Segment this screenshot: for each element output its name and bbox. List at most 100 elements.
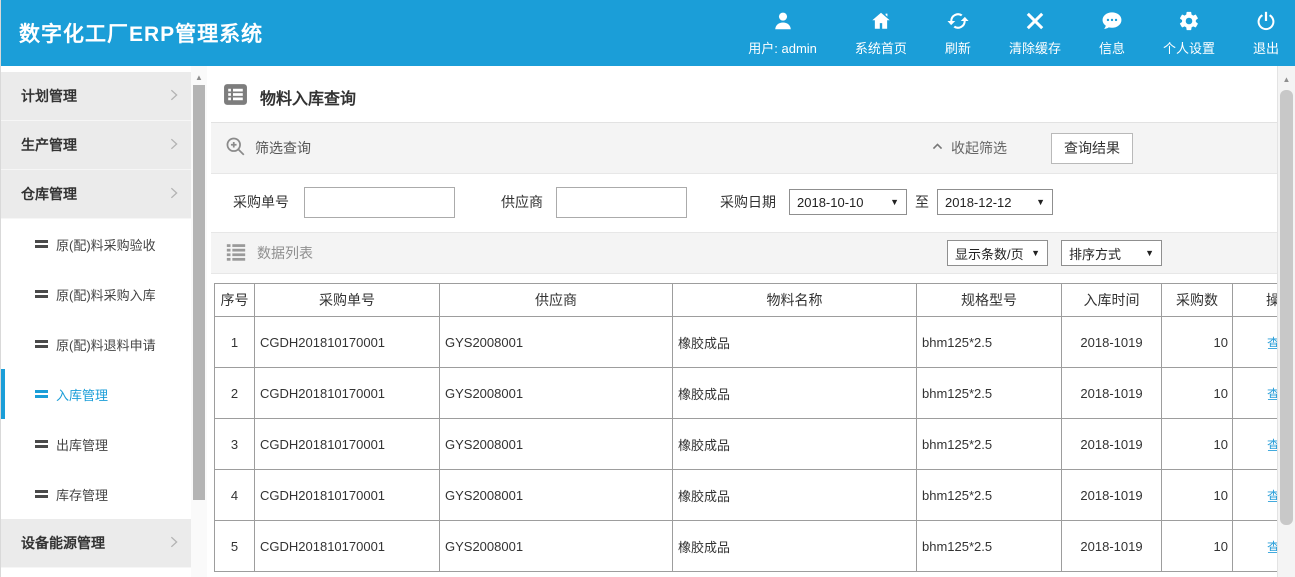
- sidebar-item-label: 生产管理: [21, 135, 77, 155]
- sidebar-item-label: 库存管理: [56, 485, 108, 504]
- nav-logout[interactable]: 退出: [1253, 10, 1279, 57]
- cell-spec-model: bhm125*2.5: [917, 470, 1062, 521]
- clear-cache-icon: [1024, 10, 1046, 35]
- sidebar-item-warehouse-mgmt[interactable]: 仓库管理: [1, 170, 191, 219]
- cell-material-name: 橡胶成品: [673, 470, 917, 521]
- power-icon: [1255, 10, 1277, 35]
- cell-supplier: GYS2008001: [440, 368, 673, 419]
- table-row: 1 CGDH201810170001 GYS2008001 橡胶成品 bhm12…: [215, 317, 1295, 368]
- nav-refresh-label: 刷新: [945, 38, 971, 57]
- main-scrollbar-thumb[interactable]: [1280, 90, 1293, 525]
- cell-material-name: 橡胶成品: [673, 317, 917, 368]
- filter-actions: 收起筛选 查询结果: [931, 133, 1277, 164]
- query-results-button[interactable]: 查询结果: [1051, 133, 1133, 164]
- zoom-in-icon: [225, 136, 246, 160]
- purchase-order-input[interactable]: [304, 187, 455, 218]
- sidebar-item-label: 原(配)料退料申请: [56, 335, 156, 354]
- sidebar-item-label: 原(配)料采购入库: [56, 285, 156, 304]
- sidebar: 计划管理 生产管理 仓库管理 原(配)料采购验收 原(配)料采购入库 原: [1, 66, 191, 577]
- sidebar-item-label: 入库管理: [56, 385, 108, 404]
- main-scrollbar[interactable]: ▲: [1277, 66, 1295, 577]
- cell-purchase-qty: 10: [1162, 470, 1233, 521]
- date-from-select[interactable]: 2018-10-10 ▼: [789, 189, 907, 215]
- sidebar-item-inventory-mgmt[interactable]: 库存管理: [1, 469, 191, 519]
- sort-mode-value: 排序方式: [1069, 244, 1121, 263]
- page-size-value: 显示条数/页: [955, 244, 1024, 263]
- nav-user[interactable]: 用户: admin: [748, 10, 817, 57]
- chevron-right-icon: [167, 535, 181, 552]
- scroll-up-icon[interactable]: ▲: [191, 72, 207, 84]
- cell-supplier: GYS2008001: [440, 317, 673, 368]
- cell-seq: 3: [215, 419, 255, 470]
- cell-inbound-time: 2018-1019: [1062, 368, 1162, 419]
- filter-section-label: 筛选查询: [255, 138, 311, 158]
- nav-settings[interactable]: 个人设置: [1163, 10, 1215, 57]
- cell-spec-model: bhm125*2.5: [917, 317, 1062, 368]
- table-row: 2 CGDH201810170001 GYS2008001 橡胶成品 bhm12…: [215, 368, 1295, 419]
- filter-section-header: 筛选查询: [225, 136, 311, 160]
- sidebar-item-outbound-mgmt[interactable]: 出库管理: [1, 419, 191, 469]
- col-seq: 序号: [215, 284, 255, 317]
- cell-supplier: GYS2008001: [440, 419, 673, 470]
- menu-bars-icon: [35, 240, 48, 248]
- nav-settings-label: 个人设置: [1163, 38, 1215, 57]
- chevron-right-icon: [167, 186, 181, 203]
- app-window: 数字化工厂ERP管理系统 用户: admin 系统首页 刷新 清除缓存 信息: [0, 0, 1295, 577]
- cell-purchase-qty: 10: [1162, 521, 1233, 572]
- sidebar-item-material-purchase-acceptance[interactable]: 原(配)料采购验收: [1, 219, 191, 269]
- col-purchase-order: 采购单号: [255, 284, 440, 317]
- nav-clear-cache[interactable]: 清除缓存: [1009, 10, 1061, 57]
- filter-fields-row: 采购单号 供应商 采购日期 2018-10-10 ▼ 至 2018-12-12 …: [211, 174, 1295, 230]
- cell-spec-model: bhm125*2.5: [917, 521, 1062, 572]
- menu-bars-icon: [35, 290, 48, 298]
- user-icon: [772, 10, 794, 35]
- cell-inbound-time: 2018-1019: [1062, 317, 1162, 368]
- nav-user-label: 用户: admin: [748, 38, 817, 57]
- cell-purchase-order: CGDH201810170001: [255, 419, 440, 470]
- col-inbound-time: 入库时间: [1062, 284, 1162, 317]
- cell-seq: 5: [215, 521, 255, 572]
- sort-mode-select[interactable]: 排序方式 ▼: [1061, 240, 1162, 266]
- menu-bars-icon: [35, 340, 48, 348]
- sidebar-scrollbar-thumb[interactable]: [193, 85, 205, 500]
- cell-spec-model: bhm125*2.5: [917, 368, 1062, 419]
- sidebar-item-inbound-mgmt[interactable]: 入库管理: [1, 369, 191, 419]
- sidebar-item-plan-mgmt[interactable]: 计划管理: [1, 72, 191, 121]
- collapse-filter-toggle[interactable]: 收起筛选: [931, 138, 1007, 158]
- cell-material-name: 橡胶成品: [673, 368, 917, 419]
- sidebar-item-material-return-request[interactable]: 原(配)料退料申请: [1, 319, 191, 369]
- menu-bars-icon: [35, 490, 48, 498]
- menu-bars-icon: [35, 440, 48, 448]
- cell-spec-model: bhm125*2.5: [917, 419, 1062, 470]
- sidebar-item-material-purchase-inbound[interactable]: 原(配)料采购入库: [1, 269, 191, 319]
- nav-home[interactable]: 系统首页: [855, 10, 907, 57]
- app-title: 数字化工厂ERP管理系统: [19, 18, 263, 48]
- purchase-order-label: 采购单号: [233, 192, 289, 212]
- cell-material-name: 橡胶成品: [673, 419, 917, 470]
- cell-purchase-qty: 10: [1162, 419, 1233, 470]
- col-supplier: 供应商: [440, 284, 673, 317]
- cell-seq: 2: [215, 368, 255, 419]
- nav-refresh[interactable]: 刷新: [945, 10, 971, 57]
- cell-purchase-order: CGDH201810170001: [255, 470, 440, 521]
- dropdown-arrow-icon: ▼: [1145, 248, 1154, 258]
- sidebar-scrollbar[interactable]: ▲: [191, 66, 207, 577]
- date-to-select[interactable]: 2018-12-12 ▼: [937, 189, 1053, 215]
- dropdown-arrow-icon: ▼: [1031, 248, 1040, 258]
- cell-purchase-qty: 10: [1162, 317, 1233, 368]
- cell-purchase-order: CGDH201810170001: [255, 368, 440, 419]
- supplier-input[interactable]: [556, 187, 687, 218]
- sidebar-item-label: 设备能源管理: [21, 533, 105, 553]
- table-row: 5 CGDH201810170001 GYS2008001 橡胶成品 bhm12…: [215, 521, 1295, 572]
- cell-inbound-time: 2018-1019: [1062, 470, 1162, 521]
- cell-seq: 4: [215, 470, 255, 521]
- page-size-select[interactable]: 显示条数/页 ▼: [947, 240, 1048, 266]
- sidebar-item-label: 计划管理: [21, 86, 77, 106]
- list-box-icon: [223, 82, 248, 112]
- col-purchase-qty: 采购数: [1162, 284, 1233, 317]
- nav-messages[interactable]: 信息: [1099, 10, 1125, 57]
- sidebar-item-production-mgmt[interactable]: 生产管理: [1, 121, 191, 170]
- sidebar-item-equipment-energy-mgmt[interactable]: 设备能源管理: [1, 519, 191, 568]
- scroll-up-icon[interactable]: ▲: [1278, 74, 1295, 86]
- cell-inbound-time: 2018-1019: [1062, 419, 1162, 470]
